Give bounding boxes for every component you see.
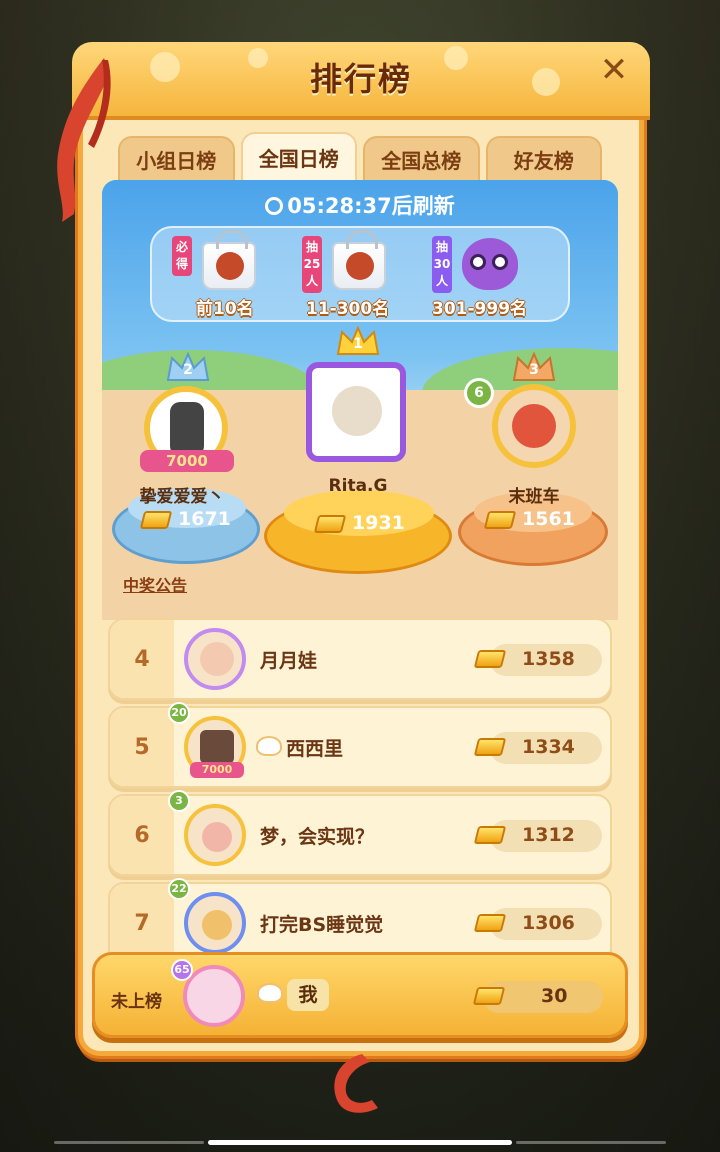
scroll-indicator bbox=[516, 1141, 666, 1144]
tab-national-total[interactable]: 全国总榜 bbox=[363, 136, 480, 182]
prize-tag-guaranteed: 必得 bbox=[172, 236, 192, 276]
tab-friends[interactable]: 好友榜 bbox=[485, 136, 602, 182]
avatar[interactable] bbox=[183, 965, 245, 1027]
prize-range: 11-300名 bbox=[306, 299, 390, 319]
gold-bar-icon bbox=[313, 514, 347, 533]
refresh-timer: 05:28:37后刷新 bbox=[102, 190, 618, 220]
rank-number: 1 bbox=[353, 336, 363, 352]
avatar[interactable] bbox=[184, 628, 246, 690]
rank-number: 3 bbox=[529, 362, 539, 378]
my-rank-bar[interactable]: 未上榜 65 我 30 bbox=[92, 952, 628, 1038]
my-score: 30 bbox=[541, 985, 568, 1007]
avatar[interactable] bbox=[184, 804, 246, 866]
home-indicator[interactable] bbox=[208, 1140, 512, 1145]
title-bar: 排行榜 bbox=[72, 42, 650, 120]
badge: 7000 bbox=[140, 450, 234, 472]
level-badge: 22 bbox=[168, 878, 190, 900]
crown-icon: 2 bbox=[166, 351, 210, 384]
podium-score: 1931 bbox=[352, 512, 405, 534]
prize-tag-draw: 抽25人 bbox=[302, 236, 322, 293]
gold-bar-icon bbox=[483, 510, 517, 529]
podium-score: 1671 bbox=[178, 508, 231, 530]
tab-national-daily[interactable]: 全国日榜 bbox=[240, 132, 357, 182]
player-name: 月月娃 bbox=[260, 650, 318, 672]
table-row[interactable]: 5 20 7000 西西里 1334 bbox=[108, 702, 612, 788]
player-score: 1306 bbox=[522, 912, 575, 934]
gold-bar-icon bbox=[473, 738, 507, 756]
player-name: 打完BS睡觉觉 bbox=[260, 914, 384, 936]
podium-score-wrap: 1561 bbox=[483, 508, 575, 530]
podium-name: Rita.G bbox=[328, 476, 388, 496]
table-row[interactable]: 6 3 梦，会实现？ 1312 bbox=[108, 790, 612, 876]
row-rank: 7 bbox=[110, 884, 174, 962]
tab-bar: 小组日榜 全国日榜 全国总榜 好友榜 bbox=[118, 132, 602, 182]
player-score: 1334 bbox=[522, 736, 575, 758]
avatar[interactable] bbox=[184, 892, 246, 954]
podium-name: 挚爱爱爱丶 bbox=[139, 487, 225, 507]
gold-bar-icon bbox=[139, 510, 173, 529]
prize-range: 301-999名 bbox=[432, 299, 528, 319]
player-score: 1312 bbox=[522, 824, 575, 846]
podium-name: 末班车 bbox=[508, 487, 560, 507]
gold-bar-icon bbox=[473, 650, 507, 668]
podium-score: 1561 bbox=[522, 508, 575, 530]
rank-number: 2 bbox=[183, 362, 193, 378]
avatar[interactable] bbox=[492, 384, 576, 468]
badge: 7000 bbox=[190, 762, 244, 778]
rabbit-icon bbox=[257, 983, 283, 1003]
my-name: 我 bbox=[287, 979, 329, 1011]
row-rank: 4 bbox=[110, 620, 174, 698]
level-badge: 3 bbox=[168, 790, 190, 812]
page-title: 排行榜 bbox=[309, 60, 412, 98]
level-badge: 20 bbox=[168, 702, 190, 724]
timer-suffix: 后刷新 bbox=[391, 194, 455, 218]
avatar[interactable] bbox=[306, 362, 406, 462]
crown-icon: 1 bbox=[336, 325, 380, 358]
row-rank: 5 bbox=[110, 708, 174, 786]
crown-icon: 3 bbox=[512, 351, 556, 384]
gold-bar-icon bbox=[473, 826, 507, 844]
owl-prize-icon bbox=[462, 238, 518, 290]
gift-bag-icon bbox=[332, 230, 386, 290]
my-rank-status: 未上榜 bbox=[111, 992, 162, 1012]
gold-bar-icon bbox=[473, 914, 507, 932]
podium-score-wrap: 1931 bbox=[313, 512, 405, 534]
player-name: 西西里 bbox=[286, 738, 344, 760]
close-icon[interactable]: ✕ bbox=[596, 52, 632, 88]
gold-bar-icon bbox=[472, 987, 506, 1005]
prize-tag-draw: 抽30人 bbox=[432, 236, 452, 293]
gift-bag-icon bbox=[202, 230, 256, 290]
tab-group-daily[interactable]: 小组日榜 bbox=[118, 136, 235, 182]
winner-announcement-link[interactable]: 中奖公告 bbox=[123, 572, 187, 596]
player-score: 1358 bbox=[522, 648, 575, 670]
prize-range: 前10名 bbox=[196, 299, 254, 319]
scroll-indicator bbox=[54, 1141, 204, 1144]
podium-score-wrap: 1671 bbox=[139, 508, 231, 530]
level-badge: 6 bbox=[464, 378, 494, 408]
level-badge: 65 bbox=[171, 959, 193, 981]
rabbit-icon bbox=[256, 736, 282, 756]
timer-value: 05:28:37 bbox=[287, 194, 392, 218]
table-row[interactable]: 4 月月娃 1358 bbox=[108, 618, 612, 700]
clock-icon bbox=[265, 197, 284, 215]
player-name: 梦，会实现？ bbox=[260, 826, 375, 848]
ribbon-icon bbox=[334, 1054, 378, 1113]
row-rank: 6 bbox=[110, 796, 174, 874]
